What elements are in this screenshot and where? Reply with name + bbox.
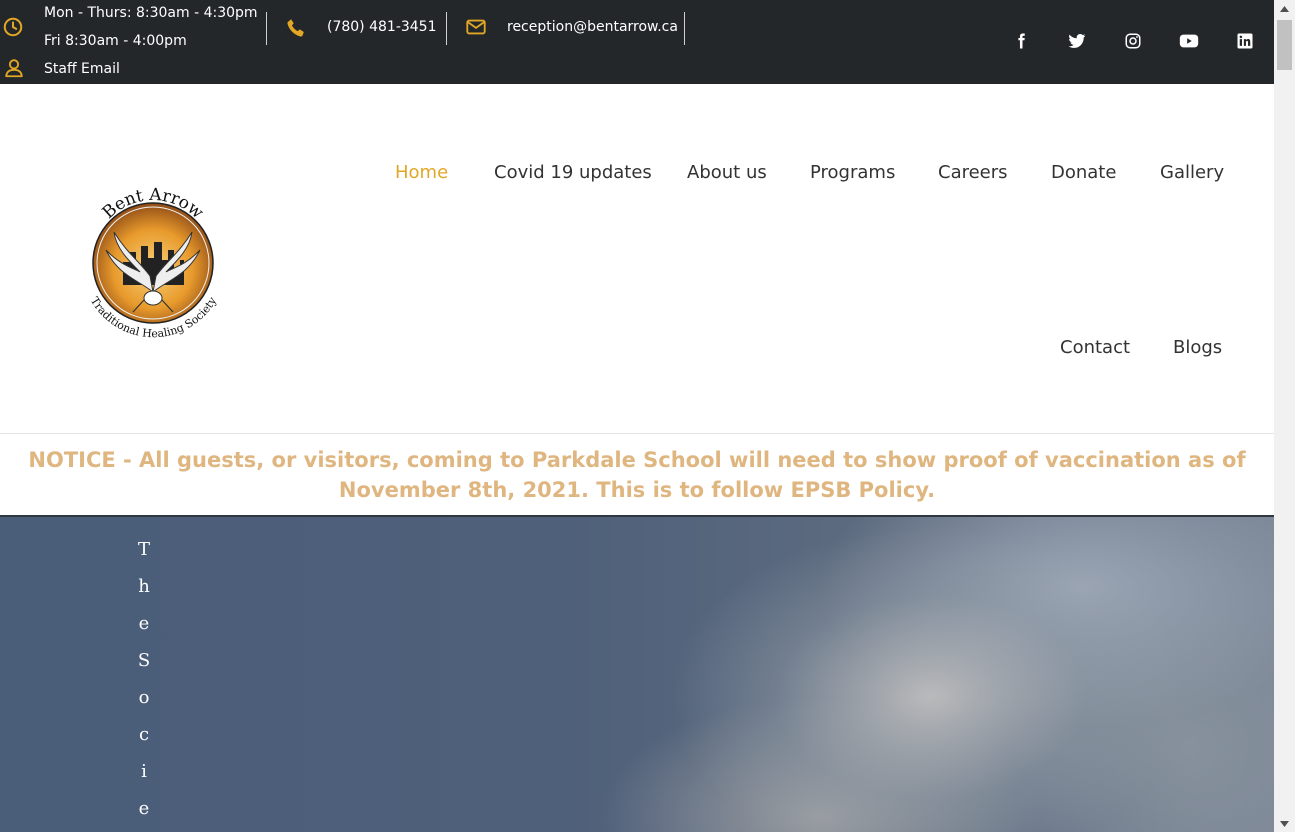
divider [684, 12, 685, 45]
hero-letter: T [137, 539, 150, 560]
site-header: Bent Arrow Traditional Healing Society H… [0, 84, 1274, 434]
facebook-icon[interactable] [1010, 30, 1032, 52]
hero-letter: c [138, 724, 150, 745]
hero-letter: S [137, 650, 151, 671]
hero-letter: h [138, 576, 150, 597]
notice-text: NOTICE - All guests, or visitors, coming… [28, 448, 1246, 502]
top-bar: Mon - Thurs: 8:30am - 4:30pm Fri 8:30am … [0, 0, 1274, 84]
twitter-icon[interactable] [1066, 30, 1088, 52]
hero-banner: T h e S o c i e [0, 517, 1274, 832]
scroll-thumb[interactable] [1277, 20, 1292, 70]
nav-programs[interactable]: Programs [810, 162, 895, 183]
email-link[interactable]: reception@bentarrow.ca [507, 19, 678, 35]
clock-icon [3, 17, 23, 37]
nav-gallery[interactable]: Gallery [1160, 162, 1224, 183]
hours-line-1: Mon - Thurs: 8:30am - 4:30pm [44, 5, 258, 21]
nav-blogs[interactable]: Blogs [1173, 337, 1222, 358]
vertical-scrollbar[interactable] [1274, 0, 1295, 832]
hero-letter: e [138, 613, 150, 634]
divider [266, 12, 267, 45]
vaccination-notice: NOTICE - All guests, or visitors, coming… [0, 435, 1274, 517]
user-icon [5, 59, 23, 78]
divider [446, 12, 447, 45]
hero-letter: i [141, 761, 147, 782]
staff-email-link[interactable]: Staff Email [44, 61, 120, 77]
linkedin-icon[interactable] [1234, 30, 1256, 52]
nav-about-us[interactable]: About us [687, 162, 767, 183]
hero-vertical-text: T h e S o c i e [134, 531, 154, 827]
bent-arrow-logo[interactable]: Bent Arrow Traditional Healing Society [78, 180, 228, 340]
nav-contact[interactable]: Contact [1060, 337, 1130, 358]
youtube-icon[interactable] [1178, 30, 1200, 52]
hero-letter: o [138, 687, 150, 708]
phone-icon [287, 19, 304, 37]
nav-donate[interactable]: Donate [1051, 162, 1116, 183]
scroll-down-arrow-icon[interactable] [1274, 815, 1295, 832]
hours-line-2: Fri 8:30am - 4:00pm [44, 33, 187, 49]
scroll-up-arrow-icon[interactable] [1274, 0, 1295, 17]
nav-home[interactable]: Home [395, 162, 448, 183]
instagram-icon[interactable] [1122, 30, 1144, 52]
phone-link[interactable]: (780) 481-3451 [327, 19, 437, 35]
nav-careers[interactable]: Careers [938, 162, 1008, 183]
hero-letter: e [138, 798, 150, 819]
nav-covid-updates[interactable]: Covid 19 updates [494, 162, 652, 183]
envelope-icon [466, 19, 486, 35]
